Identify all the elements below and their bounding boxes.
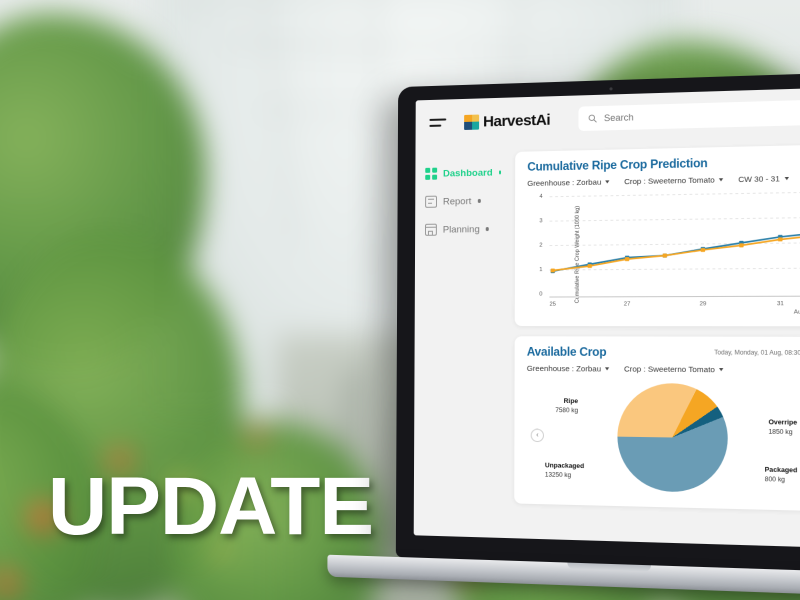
sidebar-item-planning[interactable]: Planning	[415, 215, 511, 244]
sidebar: Dashboard Report Planning	[413, 143, 512, 539]
chart-annotation: Aug 2022	[793, 309, 800, 316]
filter-label: Greenhouse : Zorbau	[526, 363, 602, 374]
pie-chart-graphic	[617, 382, 728, 494]
chevron-down-icon	[719, 368, 724, 372]
sidebar-item-dot	[498, 170, 502, 175]
sidebar-item-dot	[477, 199, 481, 203]
pie-label-ripe: Ripe 7580 kg	[555, 398, 578, 416]
pie-label-value: 800 kg	[764, 475, 785, 484]
x-axis	[549, 295, 800, 298]
laptop-mockup: HarvestAi Search Dashboard Report Planni…	[327, 72, 800, 598]
pie-chart: ‹ › Ripe 7580 kg Overripe 1850 kg	[526, 375, 800, 503]
available-crop-timestamp: Today, Monday, 01 Aug, 08:30am	[714, 350, 800, 357]
x-axis-tick: 29	[699, 301, 707, 308]
card-title: Cumulative Ripe Crop Prediction	[527, 157, 708, 174]
y-axis-tick: 0	[539, 291, 543, 298]
app-body: Dashboard Report Planning Cumulative Rip…	[413, 136, 800, 547]
main-content: Cumulative Ripe Crop Prediction Greenhou…	[510, 136, 800, 547]
chevron-left-icon[interactable]: ‹	[530, 428, 545, 443]
x-axis-tick: 31	[776, 300, 784, 308]
chevron-down-icon	[605, 367, 610, 371]
pie-label-overripe: Overripe 1850 kg	[768, 419, 797, 437]
card-title: Available Crop	[526, 346, 607, 360]
x-axis-tick: 27	[623, 301, 631, 308]
pie-label-value: 1850 kg	[768, 428, 793, 436]
webcam-icon	[609, 87, 613, 91]
line-chart-plot: 0 1 2 3 4 25 27 29 31	[539, 189, 800, 308]
chevron-down-icon	[784, 176, 789, 181]
line-chart-svg	[549, 189, 800, 274]
filter-label: Crop : Sweeterno Tomato	[623, 364, 715, 375]
report-document-icon	[425, 195, 438, 208]
sidebar-item-dashboard[interactable]: Dashboard	[415, 158, 511, 188]
available-crop-filters: Greenhouse : Zorbau Crop : Sweeterno Tom…	[527, 364, 800, 375]
pie-label-value: 13250 kg	[544, 471, 572, 479]
hamburger-icon[interactable]	[429, 117, 447, 128]
x-axis-tick: 25	[549, 301, 556, 308]
prediction-filters: Greenhouse : Zorbau Crop : Sweeterno Tom…	[527, 173, 800, 188]
filter-label: CW 30 - 31	[738, 174, 780, 185]
roof-post	[373, 0, 377, 273]
filter-greenhouse[interactable]: Greenhouse : Zorbau	[527, 364, 610, 374]
pie-label-name: Overripe	[768, 418, 798, 427]
laptop-lid: HarvestAi Search Dashboard Report Planni…	[395, 72, 800, 572]
filter-label: Greenhouse : Zorbau	[527, 177, 602, 189]
card-cumulative-ripe-crop-prediction: Cumulative Ripe Crop Prediction Greenhou…	[514, 144, 800, 327]
dashboard-grid-icon	[425, 167, 438, 180]
pie-label-unpackaged: Unpackaged 13250 kg	[545, 462, 584, 480]
search-input[interactable]	[603, 107, 800, 124]
laptop-screen: HarvestAi Search Dashboard Report Planni…	[413, 88, 800, 548]
y-axis-tick: 4	[539, 193, 543, 200]
laptop-notch	[567, 562, 651, 572]
brand-logo[interactable]: HarvestAi	[464, 111, 550, 130]
sidebar-item-label: Dashboard	[443, 166, 493, 180]
sidebar-item-label: Planning	[442, 223, 480, 236]
calendar-icon	[424, 223, 437, 236]
harvestai-app: HarvestAi Search Dashboard Report Planni…	[413, 88, 800, 548]
sidebar-item-dot	[485, 227, 490, 231]
y-axis-tick: 1	[539, 267, 543, 274]
line-chart: Cumulative Ripe Crop Weight (1000 kg) 01…	[527, 187, 800, 318]
search-icon	[588, 113, 598, 123]
filter-crop[interactable]: Crop : Sweeterno Tomato	[624, 175, 724, 187]
sidebar-item-label: Report	[442, 195, 472, 208]
chevron-down-icon	[605, 180, 610, 184]
update-headline: UPDATE	[48, 461, 374, 552]
y-axis-tick: 2	[539, 242, 543, 249]
chevron-down-icon	[719, 178, 724, 182]
brand-name: HarvestAi	[483, 111, 551, 130]
filter-calendar-week[interactable]: CW 30 - 31	[738, 174, 789, 185]
filter-crop[interactable]: Crop : Sweeterno Tomato	[624, 364, 724, 374]
search-bar[interactable]	[578, 99, 800, 132]
sidebar-item-report[interactable]: Report	[415, 186, 511, 216]
brand-mark-icon	[464, 114, 480, 130]
available-crop-header: Available Crop Today, Monday, 01 Aug, 08…	[527, 346, 800, 360]
pie-label-value: 7580 kg	[555, 406, 579, 415]
filter-greenhouse[interactable]: Greenhouse : Zorbau	[527, 177, 610, 189]
y-axis-tick: 3	[539, 218, 543, 225]
pie-label-packaged: Packaged 800 kg	[765, 466, 798, 485]
pie-label-name: Ripe	[563, 397, 579, 406]
filter-label: Crop : Sweeterno Tomato	[624, 175, 715, 187]
card-available-crop: Available Crop Today, Monday, 01 Aug, 08…	[514, 336, 800, 512]
